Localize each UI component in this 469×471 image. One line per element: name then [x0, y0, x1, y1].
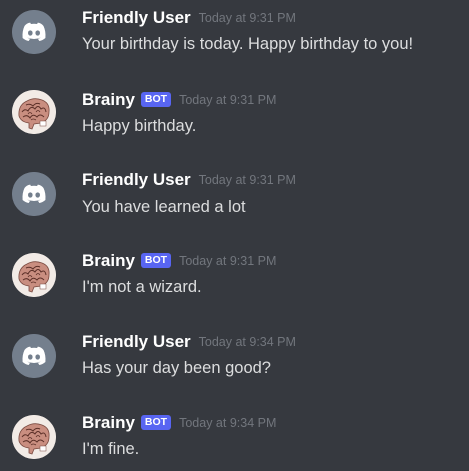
message-timestamp: Today at 9:31 PM [198, 11, 296, 25]
message-header: Brainy BOT Today at 9:34 PM [82, 412, 276, 434]
message-header: Brainy BOT Today at 9:31 PM [82, 250, 276, 272]
message-item: Friendly User Today at 9:31 PM You have l… [0, 163, 469, 227]
brain-icon[interactable] [12, 253, 56, 297]
message-timestamp: Today at 9:31 PM [179, 254, 277, 268]
chat-message-list: Friendly User Today at 9:31 PM Your birth… [0, 0, 469, 471]
bot-badge: BOT [140, 252, 172, 268]
message-header: Friendly User Today at 9:31 PM [82, 169, 296, 191]
message-timestamp: Today at 9:31 PM [198, 173, 296, 187]
message-timestamp: Today at 9:31 PM [179, 93, 277, 107]
message-content: Your birthday is today. Happy birthday t… [82, 35, 414, 53]
username[interactable]: Friendly User [82, 169, 191, 191]
message-item: Brainy BOT Today at 9:31 PM I'm not a wiza… [0, 244, 469, 308]
message-content: Has your day been good? [82, 359, 271, 377]
message-content: I'm fine. [82, 440, 140, 458]
message-header: Brainy BOT Today at 9:31 PM [82, 89, 276, 111]
message-content: Happy birthday. [82, 117, 197, 135]
username[interactable]: Brainy [82, 89, 135, 111]
discord-default-icon[interactable] [12, 334, 56, 378]
message-content: I'm not a wizard. [82, 278, 202, 296]
message-content: You have learned a lot [82, 198, 246, 216]
message-timestamp: Today at 9:34 PM [198, 335, 296, 349]
message-item: Brainy BOT Today at 9:34 PM I'm fine. [0, 406, 469, 470]
message-header: Friendly User Today at 9:31 PM [82, 7, 296, 29]
username[interactable]: Friendly User [82, 331, 191, 353]
message-timestamp: Today at 9:34 PM [179, 416, 277, 430]
discord-default-icon[interactable] [12, 172, 56, 216]
message-item: Brainy BOT Today at 9:31 PM Happy birthday… [0, 82, 469, 146]
username[interactable]: Friendly User [82, 7, 191, 29]
username[interactable]: Brainy [82, 412, 135, 434]
message-item: Friendly User Today at 9:34 PM Has your d… [0, 325, 469, 389]
brain-icon[interactable] [12, 415, 56, 459]
username[interactable]: Brainy [82, 250, 135, 272]
message-item: Friendly User Today at 9:31 PM Your birth… [0, 0, 469, 64]
brain-icon[interactable] [12, 90, 56, 134]
bot-badge: BOT [140, 414, 172, 430]
bot-badge: BOT [140, 91, 172, 107]
message-header: Friendly User Today at 9:34 PM [82, 331, 296, 353]
discord-default-icon[interactable] [12, 10, 56, 54]
